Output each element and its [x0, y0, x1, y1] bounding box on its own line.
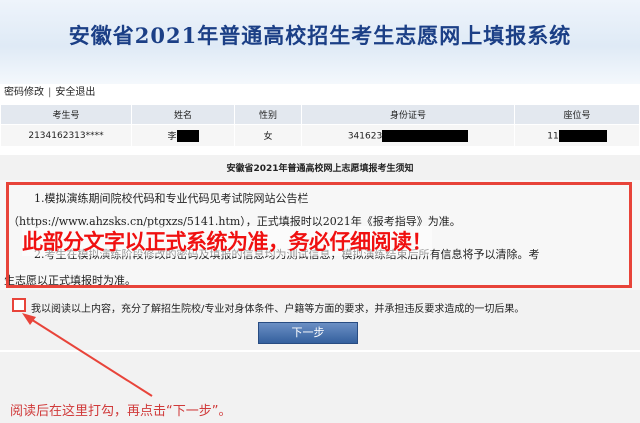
id-text: 341623 — [347, 131, 383, 141]
table-header-row: 考生号 姓名 性别 身份证号 座位号 — [0, 104, 640, 125]
agree-checkbox[interactable] — [12, 298, 26, 312]
redaction-block — [558, 129, 607, 142]
agree-label: 我以阅读以上内容，充分了解招生院校/专业对身体条件、户籍等方面的要求，并承担违反… — [31, 304, 525, 315]
name-text: 李 — [167, 131, 177, 142]
seat-text: 11 — [547, 131, 559, 141]
cell-exam-no: 2134162313**** — [0, 124, 132, 147]
col-gender: 性别 — [234, 104, 302, 125]
cell-seat-no: 11 — [514, 124, 640, 147]
change-password-link[interactable]: 密码修改 — [0, 87, 48, 98]
col-name: 姓名 — [131, 104, 235, 125]
col-exam-no: 考生号 — [0, 104, 132, 125]
header-banner: 安徽省2021年普通高校招生考生志愿网上填报系统 — [0, 0, 640, 84]
annotation-overlay-text: 此部分文字以正式系统为准，务必仔细阅读！ — [22, 226, 433, 256]
annotation-hint-text: 阅读后在这里打勾，再点击“下一步”。 — [10, 404, 232, 419]
notice-title: 安徽省2021年普通高校网上志愿填报考生须知 — [226, 164, 414, 174]
table-row: 2134162313**** 李 女 341623 11 — [0, 124, 640, 147]
redaction-block — [382, 129, 469, 142]
cell-name: 李 — [131, 124, 235, 147]
logout-link[interactable]: 安全退出 — [51, 87, 99, 98]
cell-gender: 女 — [234, 124, 302, 147]
redaction-block — [176, 130, 199, 143]
page-title: 安徽省2021年普通高校招生考生志愿网上填报系统 — [68, 23, 572, 48]
col-id-number: 身份证号 — [301, 104, 515, 125]
next-step-button[interactable]: 下一步 — [258, 322, 358, 344]
candidate-info-table: 考生号 姓名 性别 身份证号 座位号 2134162313**** 李 女 34… — [0, 104, 640, 147]
top-nav: 密码修改 | 安全退出 — [0, 84, 640, 102]
cell-id-number: 341623 — [301, 124, 515, 147]
col-seat-no: 座位号 — [514, 104, 640, 125]
